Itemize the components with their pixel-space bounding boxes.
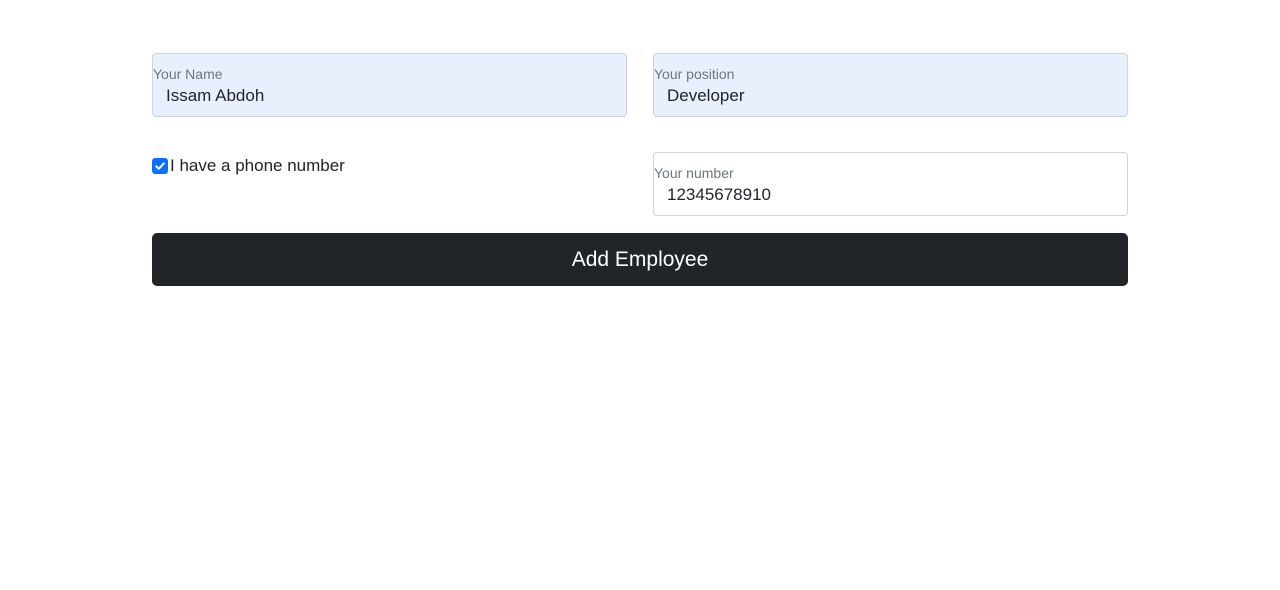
checkmark-icon	[155, 162, 165, 170]
phone-checkbox[interactable]	[152, 158, 168, 174]
name-label: Your Name	[153, 66, 223, 82]
position-label: Your position	[654, 66, 735, 82]
phone-checkbox-label[interactable]: I have a phone number	[170, 156, 345, 176]
number-field[interactable]: Your number	[653, 152, 1128, 216]
name-field[interactable]: Your Name	[152, 53, 627, 117]
number-input[interactable]	[667, 184, 1112, 206]
add-employee-button[interactable]: Add Employee	[152, 233, 1128, 286]
position-field[interactable]: Your position	[653, 53, 1128, 117]
position-input[interactable]	[667, 85, 1112, 107]
name-input[interactable]	[166, 85, 611, 107]
number-label: Your number	[654, 165, 734, 181]
add-employee-page: Your Name Your position I have a phone n…	[0, 0, 1280, 590]
phone-checkbox-group[interactable]: I have a phone number	[152, 156, 345, 176]
